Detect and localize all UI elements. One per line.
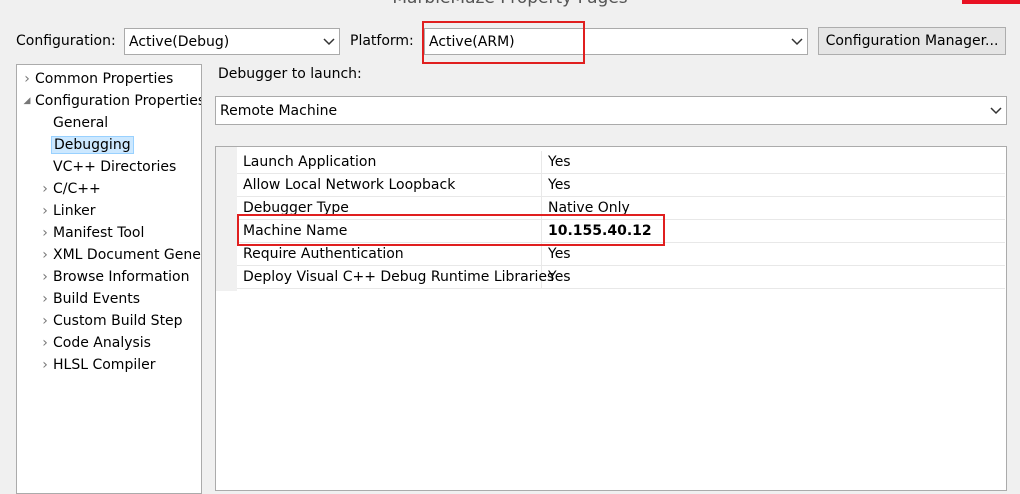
tree-item-general[interactable]: General: [51, 113, 110, 133]
chevron-right-icon[interactable]: ›: [39, 267, 51, 287]
triangle-expanded-icon[interactable]: ◢: [21, 91, 33, 111]
chevron-down-icon: [787, 29, 807, 54]
grid-gutter: [216, 147, 237, 291]
tree-item-label: General: [53, 115, 109, 131]
property-row-debugger-type[interactable]: Debugger Type Native Only: [237, 197, 1005, 220]
tree-item-label: Custom Build Step: [53, 313, 183, 329]
configuration-label: Configuration:: [16, 33, 116, 49]
close-button[interactable]: [962, 0, 1020, 4]
chevron-right-icon[interactable]: ›: [39, 201, 51, 221]
tree-item-debugging[interactable]: Debugging: [51, 135, 134, 155]
chevron-right-icon[interactable]: ›: [39, 223, 51, 243]
configuration-dropdown[interactable]: Active(Debug): [124, 28, 340, 55]
property-value[interactable]: Yes: [542, 154, 571, 170]
tree-item-label: Code Analysis: [53, 335, 151, 351]
property-row-require-authentication[interactable]: Require Authentication Yes: [237, 243, 1005, 266]
tree-item-common-properties[interactable]: › Common Properties: [21, 69, 175, 89]
property-name: Debugger Type: [237, 197, 542, 219]
chevron-right-icon[interactable]: ›: [39, 245, 51, 265]
property-value[interactable]: Yes: [542, 269, 571, 285]
chevron-down-icon: [319, 29, 339, 54]
property-row-deploy-vc-debug-runtime[interactable]: Deploy Visual C++ Debug Runtime Librarie…: [237, 266, 1005, 289]
tree-item-label: Debugging: [51, 136, 134, 154]
property-value[interactable]: Native Only: [542, 200, 630, 216]
tree-item-configuration-properties[interactable]: ◢ Configuration Properties: [21, 91, 202, 111]
tree-item-code-analysis[interactable]: › Code Analysis: [39, 333, 153, 353]
property-name: Machine Name: [237, 220, 542, 242]
title-bar: MarbleMaze Property Pages: [0, 0, 1020, 8]
tree-item-vc-directories[interactable]: VC++ Directories: [51, 157, 178, 177]
tree-item-label: Build Events: [53, 291, 140, 307]
debugger-dropdown[interactable]: Remote Machine: [215, 96, 1007, 125]
tree-item-hlsl-compiler[interactable]: › HLSL Compiler: [39, 355, 157, 375]
property-name: Allow Local Network Loopback: [237, 174, 542, 196]
property-tree[interactable]: › Common Properties ◢ Configuration Prop…: [16, 64, 202, 494]
property-name: Deploy Visual C++ Debug Runtime Librarie…: [237, 266, 554, 288]
tree-item-linker[interactable]: › Linker: [39, 201, 98, 221]
tree-item-label: Configuration Properties: [35, 93, 202, 109]
platform-label: Platform:: [350, 33, 414, 49]
debugger-label: Debugger to launch:: [218, 66, 362, 82]
chevron-right-icon[interactable]: ›: [39, 179, 51, 199]
tree-item-label: Common Properties: [35, 71, 174, 87]
property-value[interactable]: Yes: [542, 177, 571, 193]
tree-item-label: VC++ Directories: [53, 159, 177, 175]
chevron-right-icon[interactable]: ›: [39, 289, 51, 309]
window-title: MarbleMaze Property Pages: [0, 0, 1020, 8]
chevron-right-icon[interactable]: ›: [39, 311, 51, 331]
property-name: Require Authentication: [237, 243, 542, 265]
platform-value: Active(ARM): [429, 33, 515, 50]
tree-item-label: Manifest Tool: [53, 225, 145, 241]
tree-item-xml-document-generator[interactable]: › XML Document Generator: [39, 245, 201, 265]
property-value[interactable]: Yes: [542, 246, 571, 262]
tree-item-label: Browse Information: [53, 269, 190, 285]
tree-item-label: XML Document Generator: [53, 247, 201, 263]
tree-item-custom-build-step[interactable]: › Custom Build Step: [39, 311, 185, 331]
property-name: Launch Application: [237, 151, 542, 173]
chevron-right-icon[interactable]: ›: [21, 69, 33, 89]
tree-item-label: C/C++: [53, 181, 101, 197]
tree-item-label: Linker: [53, 203, 96, 219]
debugger-value: Remote Machine: [220, 102, 338, 119]
property-value[interactable]: 10.155.40.12: [542, 223, 652, 239]
chevron-right-icon[interactable]: ›: [39, 355, 51, 375]
tree-item-cpp[interactable]: › C/C++: [39, 179, 103, 199]
configuration-value: Active(Debug): [129, 33, 230, 50]
tree-item-manifest-tool[interactable]: › Manifest Tool: [39, 223, 146, 243]
tree-item-label: HLSL Compiler: [53, 357, 156, 373]
property-row-allow-local-network-loopback[interactable]: Allow Local Network Loopback Yes: [237, 174, 1005, 197]
property-row-launch-application[interactable]: Launch Application Yes: [237, 151, 1005, 174]
chevron-down-icon: [986, 97, 1006, 124]
property-grid[interactable]: Launch Application Yes Allow Local Netwo…: [215, 146, 1007, 491]
configuration-manager-button[interactable]: Configuration Manager...: [818, 27, 1006, 55]
chevron-right-icon[interactable]: ›: [39, 333, 51, 353]
tree-item-browse-information[interactable]: › Browse Information: [39, 267, 191, 287]
tree-item-build-events[interactable]: › Build Events: [39, 289, 142, 309]
platform-dropdown[interactable]: Active(ARM): [424, 28, 808, 55]
property-row-machine-name[interactable]: Machine Name 10.155.40.12: [237, 220, 1005, 243]
